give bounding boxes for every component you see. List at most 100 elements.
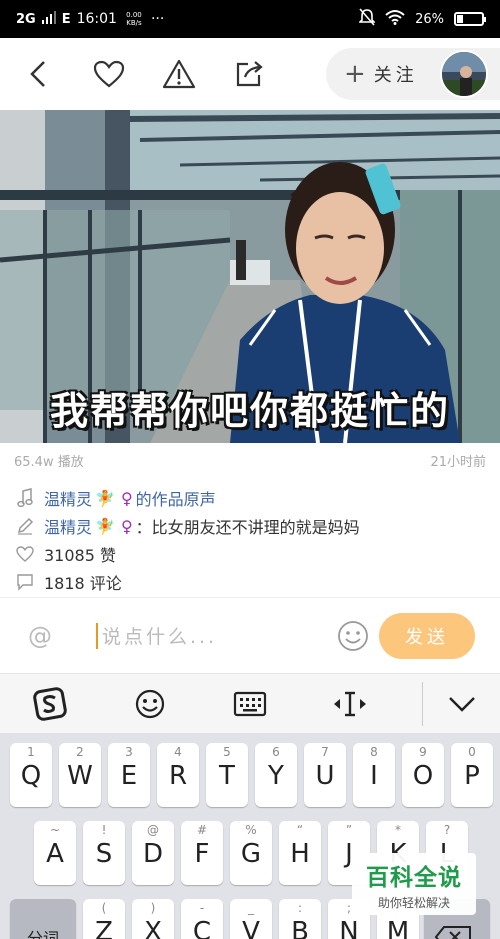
key-v[interactable]: _ V xyxy=(230,899,272,939)
sound-row[interactable]: 温精灵 🧚 ♀ 的作品原声 xyxy=(0,484,500,512)
key-t[interactable]: 5T xyxy=(206,743,248,807)
post-meta: 65.4w 播放 21小时前 温精灵 🧚 ♀ 的作品原声 温精灵 🧚 ♀ ：比女… xyxy=(0,443,500,597)
key-sub-label: 5 xyxy=(223,745,231,759)
text-caret xyxy=(96,622,98,649)
like-button[interactable] xyxy=(84,49,134,99)
key-s[interactable]: ! S xyxy=(83,821,125,885)
sogou-button[interactable] xyxy=(0,674,100,734)
key-sub-label: 3 xyxy=(125,745,133,759)
comments-row[interactable]: 1818 评论 xyxy=(0,568,500,596)
key-w[interactable]: 2W xyxy=(59,743,101,807)
key-u[interactable]: 7U xyxy=(304,743,346,807)
key-r[interactable]: 4R xyxy=(157,743,199,807)
key-f[interactable]: # F xyxy=(181,821,223,885)
segment-key[interactable]: 分词 xyxy=(10,899,76,939)
follow-label: 关注 xyxy=(373,65,418,86)
send-button[interactable]: 发送 xyxy=(379,612,475,659)
like-count: 31085 赞 xyxy=(44,546,116,565)
mute-icon xyxy=(358,8,377,30)
key-x[interactable]: ) X xyxy=(132,899,174,939)
key-sub-label: 7 xyxy=(321,745,329,759)
keyboard-toolbar xyxy=(0,673,500,733)
follow-button[interactable]: + 关注 xyxy=(326,48,500,100)
description-author[interactable]: 温精灵 xyxy=(44,514,92,538)
music-note-icon xyxy=(14,487,36,509)
key-q[interactable]: 1Q xyxy=(10,743,52,807)
female-icon-2: ♀ xyxy=(120,516,133,536)
key-e[interactable]: 3E xyxy=(108,743,150,807)
network-extra: E xyxy=(61,11,71,27)
key-main-label: M xyxy=(386,917,410,939)
video-player[interactable]: 我帮帮你吧你都挺忙的 xyxy=(0,110,500,443)
key-sub-label: ~ xyxy=(49,823,61,837)
watermark-title: 百科全说 xyxy=(366,864,462,891)
key-sub-label: ” xyxy=(345,823,353,837)
key-sub-label: _ xyxy=(248,901,254,915)
screen: 2G E 16:01 0.00 KB/s ··· 26% + 关注 我帮帮你吧你… xyxy=(0,0,500,939)
top-nav: + 关注 xyxy=(0,38,500,110)
report-button[interactable] xyxy=(154,49,204,99)
key-o[interactable]: 9O xyxy=(402,743,444,807)
key-main-label: T xyxy=(219,761,235,791)
mention-button[interactable]: @ xyxy=(28,622,58,650)
key-main-label: R xyxy=(168,761,188,791)
key-g[interactable]: % G xyxy=(230,821,272,885)
key-b[interactable]: :B xyxy=(279,899,321,939)
key-main-label: C xyxy=(192,917,212,939)
key-sub-label: ? xyxy=(443,823,451,837)
emoji-keyboard-button[interactable] xyxy=(100,674,200,734)
key-main-label: I xyxy=(370,761,378,791)
key-main-label: G xyxy=(240,839,262,869)
key-sub-label: 9 xyxy=(419,745,427,759)
key-main-label: U xyxy=(315,761,335,791)
key-y[interactable]: 6Y xyxy=(255,743,297,807)
avatar[interactable] xyxy=(440,50,488,98)
status-bar: 2G E 16:01 0.00 KB/s ··· 26% xyxy=(0,0,500,38)
key-main-label: X xyxy=(144,917,162,939)
key-sub-label: % xyxy=(245,823,257,837)
key-sub-label: ! xyxy=(101,823,107,837)
key-main-label: H xyxy=(290,839,310,869)
key-main-label: W xyxy=(67,761,93,791)
key-sub-label: 6 xyxy=(272,745,280,759)
key-sub-label: # xyxy=(196,823,208,837)
key-main-label: F xyxy=(194,839,210,869)
status-time: 16:01 xyxy=(76,11,117,27)
comment-input[interactable]: 说点什么... xyxy=(96,616,301,656)
key-a[interactable]: ~ A xyxy=(34,821,76,885)
backspace-icon xyxy=(434,926,471,939)
comment-placeholder: 说点什么... xyxy=(102,626,218,648)
comment-bar: @ 说点什么... 发送 xyxy=(0,597,500,673)
key-sub-label: @ xyxy=(147,823,159,837)
key-main-label: D xyxy=(142,839,164,869)
key-main-label: Y xyxy=(268,761,284,791)
share-icon xyxy=(236,61,263,87)
emoji-button[interactable] xyxy=(337,620,369,652)
key-p[interactable]: 0P xyxy=(451,743,493,807)
key-sub-label: ) xyxy=(150,901,156,915)
key-main-label: E xyxy=(120,761,138,791)
emoji-keyboard-icon xyxy=(135,689,165,718)
key-i[interactable]: 8I xyxy=(353,743,395,807)
sound-author[interactable]: 温精灵 xyxy=(44,486,92,510)
net-speed-unit: KB/s xyxy=(126,19,142,27)
back-button[interactable] xyxy=(14,49,64,99)
key-main-label: A xyxy=(46,839,64,869)
key-d[interactable]: @ D xyxy=(132,821,174,885)
play-count: 65.4w 播放 xyxy=(14,455,84,470)
sogou-logo-icon xyxy=(33,686,67,721)
key-sub-label: : xyxy=(297,901,303,915)
share-button[interactable] xyxy=(224,49,274,99)
key-sub-label: 4 xyxy=(174,745,182,759)
key-h[interactable]: “H xyxy=(279,821,321,885)
cursor-move-button[interactable] xyxy=(300,674,400,734)
net-speed-value: 0.00 xyxy=(126,11,142,19)
key-z[interactable]: (Z xyxy=(83,899,125,939)
keyboard-switch-button[interactable] xyxy=(200,674,300,734)
key-main-label: O xyxy=(412,761,434,791)
key-main-label: Q xyxy=(20,761,42,791)
key-c[interactable]: -C xyxy=(181,899,223,939)
plus-icon: + xyxy=(344,59,366,89)
fairy-icon: 🧚 xyxy=(95,488,115,508)
hide-keyboard-button[interactable] xyxy=(412,674,500,734)
